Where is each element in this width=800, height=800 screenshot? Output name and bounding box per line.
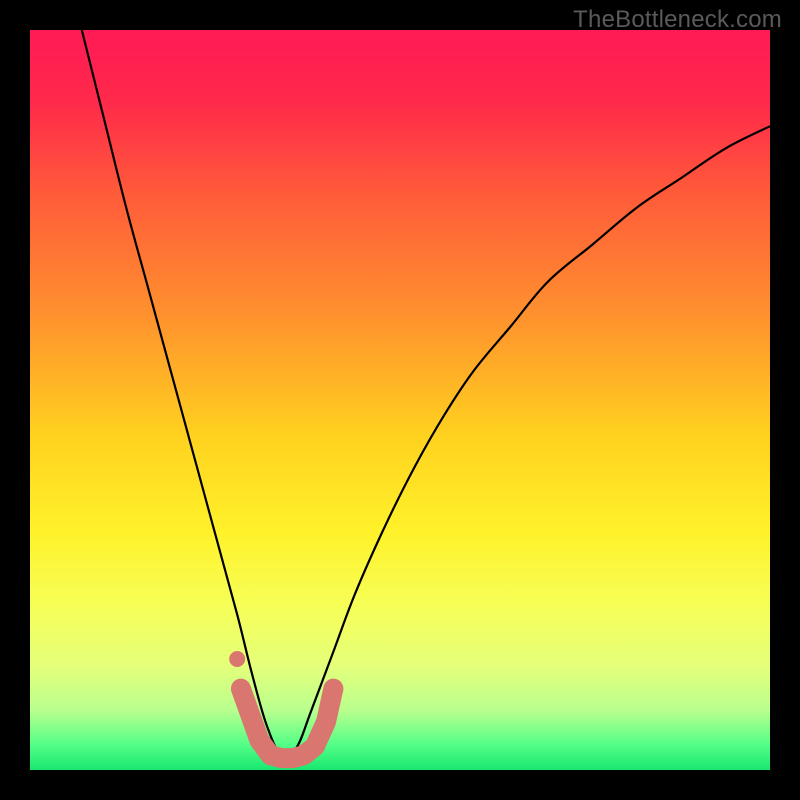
outer-frame: TheBottleneck.com [0,0,800,800]
plot-area [30,30,770,770]
watermark-text: TheBottleneck.com [573,6,782,34]
highlight-markers [229,651,333,758]
bottleneck-curve [82,30,770,757]
chart-svg [30,30,770,770]
